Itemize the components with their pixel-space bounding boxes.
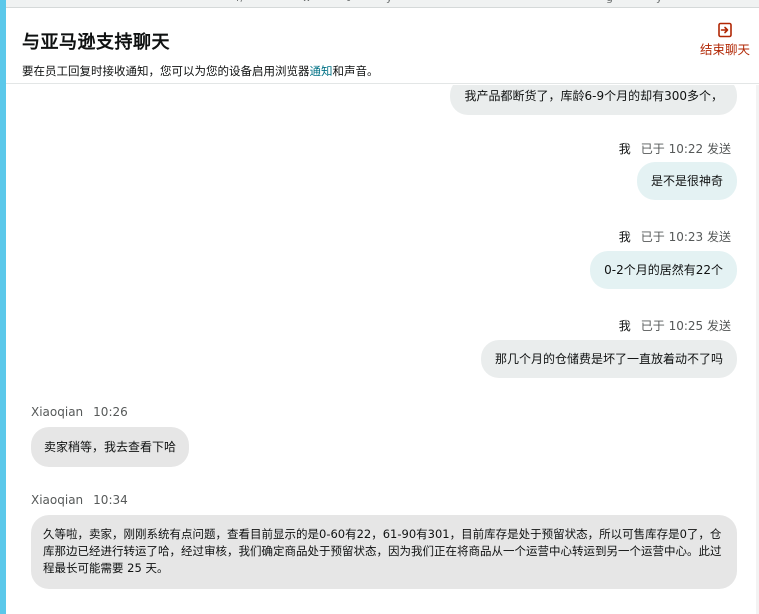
my-message-bubble: 0-2个月的居然有22个: [590, 251, 737, 289]
message-meta: 我已于 10:23 发送: [619, 228, 731, 245]
sender-name: 我: [618, 142, 631, 156]
top-strip-fragment: g: [606, 0, 613, 4]
my-message-bubble: 是不是很神奇: [636, 162, 737, 200]
chat-header: 与亚马逊支持聊天 要在员工回复时接收通知，您可以为您的设备启用浏览器通知和声音。…: [6, 8, 759, 84]
sent-time: 已于 10:23 发送: [640, 230, 731, 244]
chat-message-list[interactable]: 我产品都断货了，库龄6-9个月的却有300多个， 我已于 10:22 发送 是不…: [6, 85, 759, 614]
message-text: 久等啦，卖家，刚刚系统有点问题，查看目前显示的是0-60有22，61-90有30…: [43, 527, 722, 575]
notification-notice: 要在员工回复时接收通知，您可以为您的设备启用浏览器通知和声音。: [22, 63, 379, 79]
notice-text-after: 和声音。: [332, 64, 379, 78]
message-meta: Xiaoqian 10:34: [31, 493, 128, 507]
end-chat-label: 结束聊天: [699, 42, 750, 57]
browser-top-strip: r/ w t y g y: [6, 0, 759, 8]
message-text: 卖家稍等，我去查看下哈: [44, 440, 177, 454]
top-strip-fragment: y: [656, 0, 663, 4]
my-message-bubble: 那几个月的仓储费是坏了一直放着动不了吗: [480, 340, 737, 378]
agent-name: Xiaoqian: [31, 405, 84, 419]
message-text: 那几个月的仓储费是坏了一直放着动不了吗: [494, 352, 723, 366]
message-meta: 我已于 10:25 发送: [619, 317, 731, 334]
message-text: 0-2个月的居然有22个: [604, 263, 723, 277]
top-strip-fragment: y: [386, 0, 393, 4]
top-strip-fragment: r/: [236, 0, 244, 4]
sent-time: 已于 10:22 发送: [640, 142, 731, 156]
message-meta: 我已于 10:22 发送: [619, 140, 731, 157]
agent-message-bubble: 卖家稍等，我去查看下哈: [31, 427, 190, 467]
chat-title: 与亚马逊支持聊天: [22, 32, 170, 53]
top-strip-fragment: w: [302, 0, 311, 4]
top-strip-fragment: t: [346, 0, 350, 4]
agent-name: Xiaoqian: [31, 493, 84, 507]
end-chat-button[interactable]: 结束聊天: [695, 22, 755, 58]
my-message-bubble: 我产品都断货了，库龄6-9个月的却有300多个，: [450, 85, 737, 115]
message-text: 是不是很神奇: [650, 174, 723, 188]
message-text: 我产品都断货了，库龄6-9个月的却有300多个，: [464, 89, 723, 103]
exit-icon: [718, 22, 732, 38]
sent-time: 10:26: [93, 405, 128, 419]
notification-link[interactable]: 通知: [310, 64, 333, 78]
sender-name: 我: [618, 319, 631, 333]
message-meta: Xiaoqian 10:26: [31, 405, 128, 419]
sent-time: 已于 10:25 发送: [640, 319, 731, 333]
agent-message-bubble: 久等啦，卖家，刚刚系统有点问题，查看目前显示的是0-60有22，61-90有30…: [31, 515, 737, 589]
sent-time: 10:34: [93, 493, 128, 507]
sender-name: 我: [618, 230, 631, 244]
notice-text-before: 要在员工回复时接收通知，您可以为您的设备启用浏览器: [22, 64, 310, 78]
